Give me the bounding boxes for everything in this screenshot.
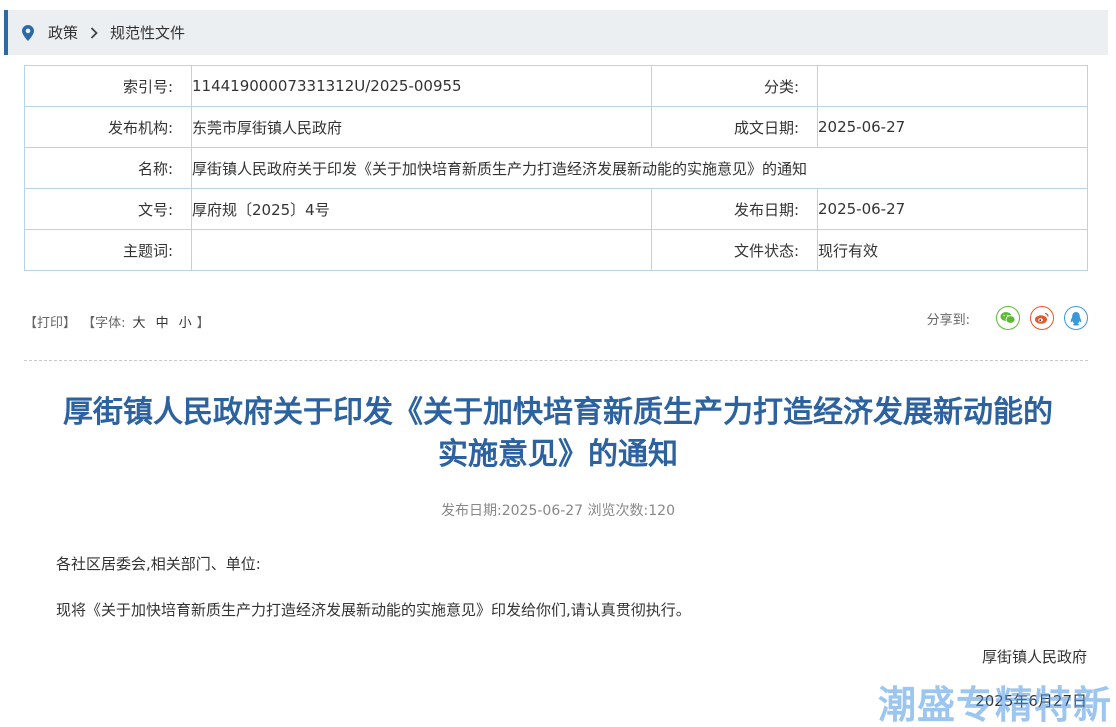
signer: 厚街镇人民政府 — [981, 648, 1087, 666]
font-size-prefix: 【字体: — [82, 316, 126, 331]
salutation-paragraph: 各社区居委会,相关部门、单位: — [56, 555, 261, 573]
table-row: 名称: 厚街镇人民政府关于印发《关于加快培育新质生产力打造经济发展新动能的实施意… — [24, 147, 1088, 189]
name-label: 名称: — [24, 147, 192, 189]
font-small-button[interactable]: 小 — [179, 316, 192, 331]
date-made-value: 2025-06-27 — [817, 106, 1088, 148]
table-row: 主题词: 文件状态: 现行有效 — [24, 229, 1088, 271]
article-tools: 【打印】 【字体: 大中小】 — [24, 312, 212, 331]
issuer-value: 东莞市厚街镇人民政府 — [191, 106, 652, 148]
category-label: 分类: — [651, 65, 818, 107]
date-made-label: 成文日期: — [651, 106, 818, 148]
breadcrumb-item-policy[interactable]: 政策 — [48, 22, 78, 43]
article-title: 厚街镇人民政府关于印发《关于加快培育新质生产力打造经济发展新动能的 实施意见》的… — [20, 392, 1096, 476]
watermark: 潮盛专精特新 — [878, 683, 1113, 727]
publish-date-value: 2025-06-27 — [817, 188, 1088, 230]
breadcrumb: 政策 规范性文件 — [4, 10, 1108, 55]
share-label: 分享到: — [926, 312, 970, 328]
keywords-value — [191, 229, 652, 271]
status-label: 文件状态: — [651, 229, 818, 271]
table-row: 文号: 厚府规〔2025〕4号 发布日期: 2025-06-27 — [24, 188, 1088, 230]
font-large-button[interactable]: 大 — [133, 316, 146, 331]
font-size-suffix: 】 — [196, 316, 210, 331]
breadcrumb-item-normative-docs[interactable]: 规范性文件 — [110, 22, 185, 43]
font-medium-button[interactable]: 中 — [156, 316, 169, 331]
doc-number-label: 文号: — [24, 188, 192, 230]
name-value: 厚街镇人民政府关于印发《关于加快培育新质生产力打造经济发展新动能的实施意见》的通… — [191, 147, 1088, 189]
divider — [24, 360, 1088, 361]
index-value: 11441900007331312U/2025-00955 — [191, 65, 652, 107]
qq-icon[interactable] — [1064, 306, 1088, 330]
doc-number-value: 厚府规〔2025〕4号 — [191, 188, 652, 230]
table-row: 发布机构: 东莞市厚街镇人民政府 成文日期: 2025-06-27 — [24, 106, 1088, 148]
issuer-label: 发布机构: — [24, 106, 192, 148]
category-value — [817, 65, 1088, 107]
print-button[interactable]: 【打印】 — [24, 316, 76, 331]
location-pin-icon — [22, 24, 34, 41]
index-label: 索引号: — [24, 65, 192, 107]
weibo-icon[interactable] — [1030, 306, 1054, 330]
wechat-icon[interactable] — [996, 306, 1020, 330]
chevron-right-icon — [90, 26, 98, 39]
share-bar: 分享到: — [927, 306, 1088, 330]
publish-date-label: 发布日期: — [651, 188, 818, 230]
document-metadata-table: 索引号: 11441900007331312U/2025-00955 分类: 发… — [24, 65, 1088, 271]
body-paragraph: 现将《关于加快培育新质生产力打造经济发展新动能的实施意见》印发给你们,请认真贯彻… — [56, 601, 691, 619]
keywords-label: 主题词: — [24, 229, 192, 271]
article-title-line2: 实施意见》的通知 — [438, 437, 678, 472]
status-value: 现行有效 — [817, 229, 1088, 271]
article-title-line1: 厚街镇人民政府关于印发《关于加快培育新质生产力打造经济发展新动能的 — [63, 395, 1053, 430]
publish-info: 发布日期:2025-06-27 浏览次数:120 — [441, 503, 675, 519]
table-row: 索引号: 11441900007331312U/2025-00955 分类: — [24, 65, 1088, 107]
